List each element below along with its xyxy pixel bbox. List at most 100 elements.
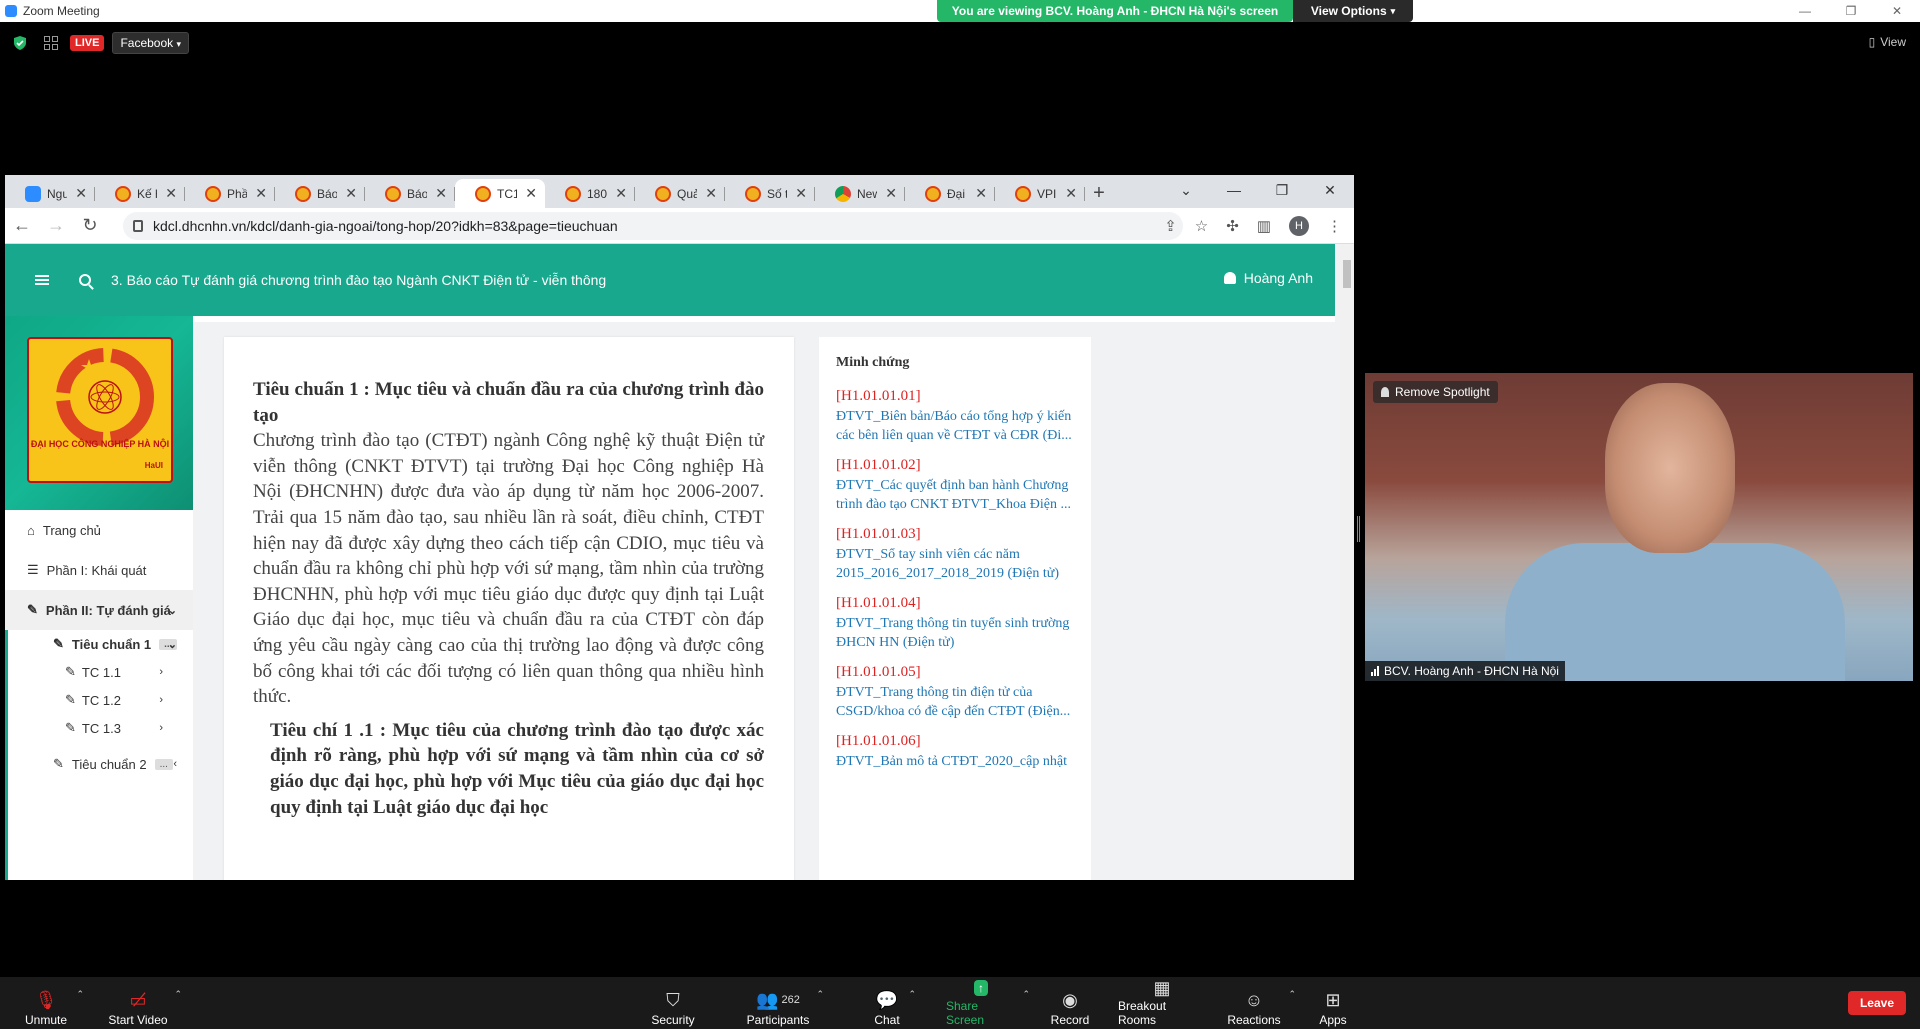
browser-tab-active[interactable]: TC1 ✕ xyxy=(455,179,545,208)
evidence-link[interactable]: ĐTVT_Sổ tay sinh viên các năm 2015_2016_2… xyxy=(836,545,1076,584)
tab-close-icon[interactable]: ✕ xyxy=(255,185,267,202)
reactions-button[interactable]: ☺ Reactions ⌃ xyxy=(1226,977,1296,1029)
chat-button[interactable]: 💬 Chat ⌃ xyxy=(872,977,916,1029)
leave-button[interactable]: Leave xyxy=(1847,991,1906,1015)
caret-up-icon[interactable]: ⌃ xyxy=(76,989,84,1000)
sidebar-item-tc13[interactable]: ✎ TC 1.3 › xyxy=(5,708,193,748)
lock-icon[interactable] xyxy=(133,220,143,232)
view-options-button[interactable]: View Options ▾ xyxy=(1293,0,1413,22)
participants-button[interactable]: 👥 262 Participants ⌃ xyxy=(746,977,824,1029)
restore-icon[interactable]: ❐ xyxy=(1828,0,1874,22)
side-panel-icon[interactable]: ▥ xyxy=(1257,217,1271,235)
evidence-item[interactable]: [H1.01.01.01] ĐTVT_Biên bản/Báo cáo tổng… xyxy=(836,387,1076,446)
page-scrollbar[interactable] xyxy=(1340,244,1354,880)
share-icon[interactable]: ⇪ xyxy=(1164,217,1177,235)
start-video-button[interactable]: ▭̸ Start Video ⌃ xyxy=(108,977,182,1029)
tab-close-icon[interactable]: ✕ xyxy=(615,185,627,202)
stream-target-label: Facebook xyxy=(120,36,174,50)
browser-tab[interactable]: Số t ✕ xyxy=(725,179,815,208)
tab-close-icon[interactable]: ✕ xyxy=(795,185,807,202)
app-header: 3. Báo cáo Tự đánh giá chương trình đào … xyxy=(5,244,1335,316)
apps-button[interactable]: ⊞ Apps xyxy=(1318,977,1348,1029)
restore-icon[interactable]: ❐ xyxy=(1258,175,1306,205)
chrome-favicon-icon xyxy=(835,185,851,202)
evidence-link[interactable]: ĐTVT_Trang thông tin tuyển sinh trường ĐH… xyxy=(836,614,1076,653)
search-icon[interactable] xyxy=(79,274,91,286)
close-icon[interactable]: ✕ xyxy=(1874,0,1920,22)
evidence-item[interactable]: [H1.01.01.03] ĐTVT_Sổ tay sinh viên các … xyxy=(836,525,1076,584)
more-dots-button[interactable]: ... xyxy=(154,758,173,770)
browser-tab[interactable]: Quả ✕ xyxy=(635,179,725,208)
browser-tab[interactable]: Ngư ✕ xyxy=(5,179,95,208)
browser-tab[interactable]: 180 ✕ xyxy=(545,179,635,208)
reload-icon[interactable]: ↻ xyxy=(73,215,107,236)
list-icon: ☰ xyxy=(27,562,39,577)
evidence-link[interactable]: ĐTVT_Biên bản/Báo cáo tổng hợp ý kiến các… xyxy=(836,407,1076,446)
sidebar-item-part1[interactable]: ☰ Phần I: Khái quát xyxy=(5,550,193,590)
tab-search-chevron-icon[interactable]: ⌄ xyxy=(1162,175,1210,205)
evidence-item[interactable]: [H1.01.01.05] ĐTVT_Trang thông tin điện … xyxy=(836,663,1076,722)
extensions-puzzle-icon[interactable]: ✣ xyxy=(1226,217,1239,235)
evidence-link[interactable]: ĐTVT_Bản mô tả CTĐT_2020_cập nhật xyxy=(836,752,1076,772)
browser-tab[interactable]: Báo ✕ xyxy=(365,179,455,208)
sidebar-item-label: Phần II: Tự đánh giá xyxy=(45,602,171,618)
tab-close-icon[interactable]: ✕ xyxy=(75,185,87,202)
evidence-item[interactable]: [H1.01.01.02] ĐTVT_Các quyết định ban hà… xyxy=(836,456,1076,515)
tab-close-icon[interactable]: ✕ xyxy=(1065,185,1077,202)
caret-up-icon[interactable]: ⌃ xyxy=(174,989,182,1000)
kebab-menu-icon[interactable]: ⋮ xyxy=(1327,217,1342,235)
caret-up-icon[interactable]: ⌃ xyxy=(1022,989,1030,1000)
tab-close-icon[interactable]: ✕ xyxy=(705,185,717,202)
tab-label: Quả xyxy=(677,186,697,201)
close-icon[interactable]: ✕ xyxy=(1306,175,1354,205)
view-button[interactable]: ▯ View xyxy=(1869,35,1906,49)
panel-splitter-handle[interactable] xyxy=(1357,516,1360,542)
hamburger-icon[interactable] xyxy=(35,275,49,285)
record-button[interactable]: ◉ Record xyxy=(1050,977,1090,1029)
browser-tab[interactable]: Kế h ✕ xyxy=(95,179,185,208)
shield-icon[interactable] xyxy=(13,36,27,50)
grid-icon[interactable] xyxy=(44,36,58,50)
star-icon[interactable]: ☆ xyxy=(1195,217,1208,235)
tab-close-icon[interactable]: ✕ xyxy=(165,185,177,202)
browser-tab[interactable]: Báo ✕ xyxy=(275,179,365,208)
tab-close-icon[interactable]: ✕ xyxy=(525,185,537,202)
browser-tab[interactable]: Phầ ✕ xyxy=(185,179,275,208)
stream-target-button[interactable]: Facebook ▾ xyxy=(112,32,190,54)
caret-up-icon[interactable]: ⌃ xyxy=(1288,989,1296,1000)
share-screen-button[interactable]: ↑ Share Screen ⌃ xyxy=(946,977,1030,1029)
caret-up-icon[interactable]: ⌃ xyxy=(816,989,824,1000)
remove-spotlight-button[interactable]: Remove Spotlight xyxy=(1373,381,1498,403)
record-icon: ◉ xyxy=(1062,989,1078,1010)
live-badge[interactable]: LIVE xyxy=(70,35,105,51)
tab-close-icon[interactable]: ✕ xyxy=(885,185,897,202)
view-label: View xyxy=(1880,35,1906,49)
back-arrow-icon[interactable]: ← xyxy=(5,215,39,236)
tab-close-icon[interactable]: ✕ xyxy=(435,185,447,202)
start-video-label: Start Video xyxy=(108,1013,168,1027)
evidence-link[interactable]: ĐTVT_Các quyết định ban hành Chương trình… xyxy=(836,476,1076,515)
browser-tab[interactable]: Đại ✕ xyxy=(905,179,995,208)
profile-avatar[interactable]: H xyxy=(1289,216,1309,236)
tab-close-icon[interactable]: ✕ xyxy=(975,185,987,202)
security-button[interactable]: ⛉ Security xyxy=(650,977,696,1029)
unmute-button[interactable]: 🎙 Unmute ⌃ xyxy=(22,977,84,1029)
minimize-icon[interactable]: — xyxy=(1782,0,1828,22)
sidebar-item-standard2[interactable]: ✎ Tiêu chuẩn 2 ... ‹ xyxy=(5,744,193,784)
caret-up-icon[interactable]: ⌃ xyxy=(908,989,916,1000)
user-menu[interactable]: Hoàng Anh xyxy=(1223,270,1313,286)
address-bar[interactable]: kdcl.dhcnhn.vn/kdcl/danh-gia-ngoai/tong-… xyxy=(123,212,1183,240)
tab-close-icon[interactable]: ✕ xyxy=(345,185,357,202)
new-tab-plus-icon[interactable]: + xyxy=(1085,179,1113,208)
evidence-item[interactable]: [H1.01.01.06] ĐTVT_Bản mô tả CTĐT_2020_c… xyxy=(836,732,1076,771)
minimize-icon[interactable]: — xyxy=(1210,175,1258,205)
breakout-rooms-button[interactable]: ▦ Breakout Rooms xyxy=(1118,977,1206,1029)
evidence-link[interactable]: ĐTVT_Trang thông tin điện tử của CSGD/kho… xyxy=(836,683,1076,722)
browser-tab[interactable]: New ✕ xyxy=(815,179,905,208)
scrollbar-thumb[interactable] xyxy=(1343,260,1351,288)
browser-tab[interactable]: VPI ✕ xyxy=(995,179,1085,208)
sidebar-item-home[interactable]: ⌂ Trang chủ xyxy=(5,510,193,550)
evidence-item[interactable]: [H1.01.01.04] ĐTVT_Trang thông tin tuyển… xyxy=(836,594,1076,653)
forward-arrow-icon[interactable]: → xyxy=(39,215,73,236)
site-favicon-icon xyxy=(475,185,491,202)
